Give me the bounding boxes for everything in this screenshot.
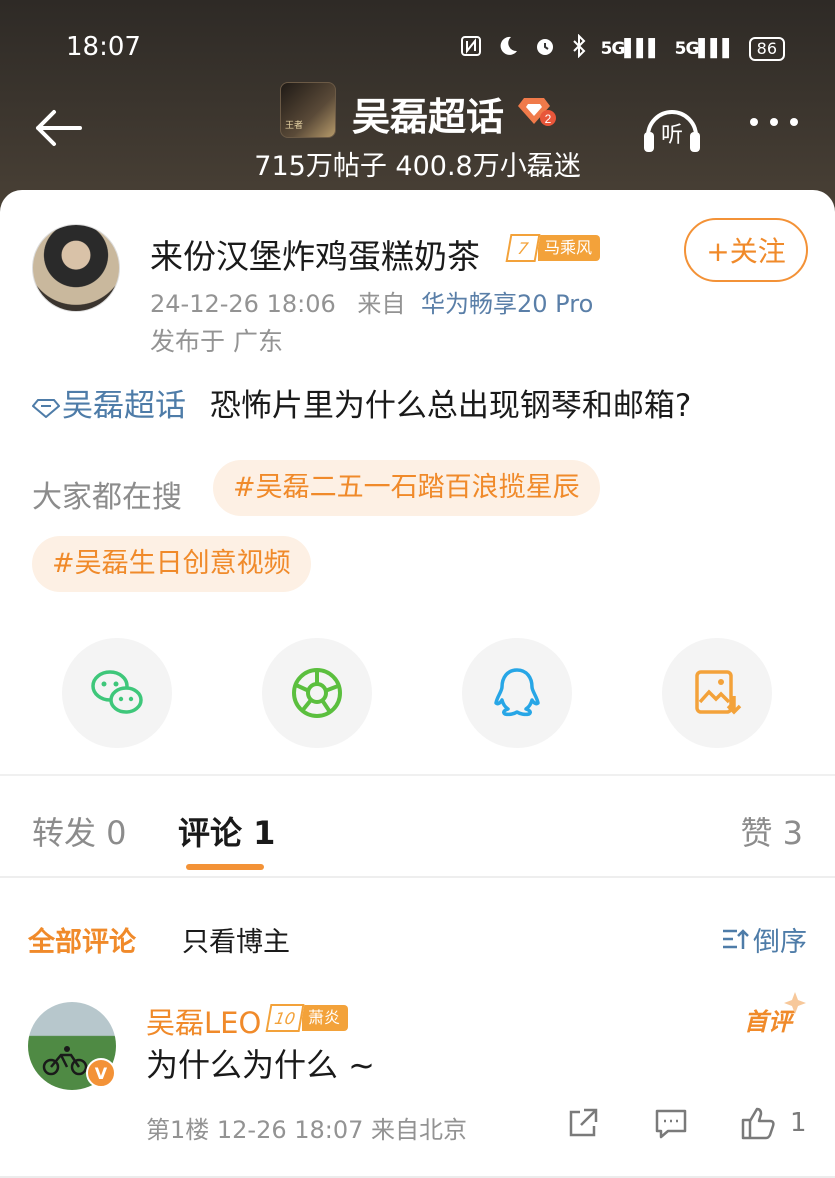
share-qq-button[interactable] <box>462 638 572 748</box>
sort-label: 倒序 <box>753 927 807 958</box>
author-level-number: 7 <box>505 234 541 262</box>
filter-blogger-only[interactable]: 只看博主 <box>182 920 290 959</box>
status-icons: 5G▌▌▌ 5G▌▌▌ 86 <box>459 33 785 64</box>
interaction-tabs: 转发 0 评论 1 赞 3 <box>0 776 835 876</box>
tab-comment[interactable]: 评论 1 <box>178 808 275 854</box>
filter-all-comments[interactable]: 全部评论 <box>28 920 136 959</box>
topic-logo-text: 王者 <box>285 121 304 131</box>
post-source-prefix: 来自 <box>357 290 406 318</box>
share-wechat-button[interactable] <box>62 638 172 748</box>
bicycle-icon <box>42 1046 88 1076</box>
topic-level-number: 2 <box>545 112 552 126</box>
post-location: 发布于 广东 <box>150 327 283 356</box>
post-time: 24-12-26 18:06 <box>150 290 336 318</box>
commenter-level-number: 10 <box>265 1004 305 1032</box>
author-avatar[interactable] <box>32 224 120 312</box>
topic-diamond-icon <box>32 398 60 418</box>
qq-icon <box>494 668 540 717</box>
moments-icon <box>292 668 342 718</box>
more-options-icon[interactable] <box>750 118 798 126</box>
nav-row: 王者 吴磊超话 2 听 715万帖子 400.8万小磊迷 <box>0 78 835 188</box>
battery-indicator: 86 <box>748 37 785 61</box>
topic-stats: 715万帖子 400.8万小磊迷 <box>0 144 835 183</box>
verified-badge-icon: V <box>86 1058 116 1088</box>
net2-label: 5G <box>674 39 700 59</box>
topic-level-badge-icon: 2 <box>518 98 556 126</box>
status-time: 18:07 <box>66 32 141 62</box>
comment-meta: 第1楼 12-26 18:07 来自北京 <box>146 1116 468 1144</box>
topic-link-text: 吴磊超话 <box>62 388 186 424</box>
moon-icon <box>497 35 519 63</box>
trending-tag[interactable]: #吴磊生日创意视频 <box>32 536 311 592</box>
share-moments-button[interactable] <box>262 638 372 748</box>
posts-count: 715万帖子 <box>254 151 387 182</box>
comment-filter-row: 全部评论 只看博主 倒序 <box>0 920 835 960</box>
topic-header: 18:07 5G▌▌▌ 5G▌▌▌ 86 王者 吴磊超话 2 听 715万帖子 … <box>0 0 835 215</box>
thumbs-up-icon <box>741 1107 775 1140</box>
commenter-level-badge: 10 萧炎 <box>265 1004 349 1032</box>
signal-5g-2: 5G▌▌▌ <box>674 39 736 59</box>
author-level-name: 马乘风 <box>538 235 601 261</box>
trending-tag[interactable]: #吴磊二五一石踏百浪揽星辰 <box>213 460 600 516</box>
commenter-level-name: 萧炎 <box>302 1005 349 1031</box>
share-icon[interactable] <box>566 1106 600 1140</box>
reply-icon[interactable] <box>654 1106 688 1140</box>
tab-active-indicator <box>186 864 264 870</box>
comment-text: 为什么为什么 ~ <box>146 1046 375 1084</box>
post-text: 恐怖片里为什么总出现钢琴和邮箱? <box>209 388 692 424</box>
share-row <box>0 638 835 748</box>
wechat-icon <box>91 670 143 714</box>
commenter-name[interactable]: 吴磊LEO <box>146 1000 261 1042</box>
post-card: 来份汉堡炸鸡蛋糕奶茶 7 马乘风 +关注 24-12-26 18:06 来自 华… <box>0 190 835 1178</box>
trending-search-label: 大家都在搜 <box>32 480 182 515</box>
sort-button[interactable]: 倒序 <box>721 920 807 959</box>
bluetooth-icon <box>571 33 587 64</box>
follow-button[interactable]: +关注 <box>684 218 808 282</box>
tab-like[interactable]: 赞 3 <box>740 808 803 854</box>
topic-logo[interactable]: 王者 <box>280 82 336 138</box>
post-content: 吴磊超话 恐怖片里为什么总出现钢琴和邮箱? <box>32 380 691 425</box>
like-button[interactable]: 1 <box>740 1106 807 1140</box>
tab-repost[interactable]: 转发 0 <box>32 808 127 854</box>
topic-link[interactable]: 吴磊超话 <box>32 388 196 424</box>
topic-title[interactable]: 吴磊超话 <box>352 86 504 141</box>
post-meta: 24-12-26 18:06 来自 华为畅享20 Pro <box>150 284 593 319</box>
author-name[interactable]: 来份汉堡炸鸡蛋糕奶茶 <box>150 230 480 278</box>
comment-item[interactable]: V 吴磊LEO 10 萧炎 首评 为什么为什么 ~ 第1楼 12-26 18:0… <box>0 990 835 1178</box>
post-device[interactable]: 华为畅享20 Pro <box>421 290 593 318</box>
sort-icon <box>723 928 749 949</box>
save-image-button[interactable] <box>662 638 772 748</box>
author-level-badge: 7 马乘风 <box>505 234 601 262</box>
nfc-icon <box>459 34 483 64</box>
sparkle-icon <box>784 992 806 1014</box>
like-count: 1 <box>790 1108 807 1138</box>
fans-count: 400.8万小磊迷 <box>395 151 581 182</box>
save-image-icon <box>695 670 742 715</box>
alarm-icon <box>533 34 557 64</box>
net1-label: 5G <box>600 39 626 59</box>
signal-5g-1: 5G▌▌▌ <box>600 39 662 59</box>
status-bar: 18:07 5G▌▌▌ 5G▌▌▌ 86 <box>0 28 835 68</box>
divider <box>0 876 835 878</box>
